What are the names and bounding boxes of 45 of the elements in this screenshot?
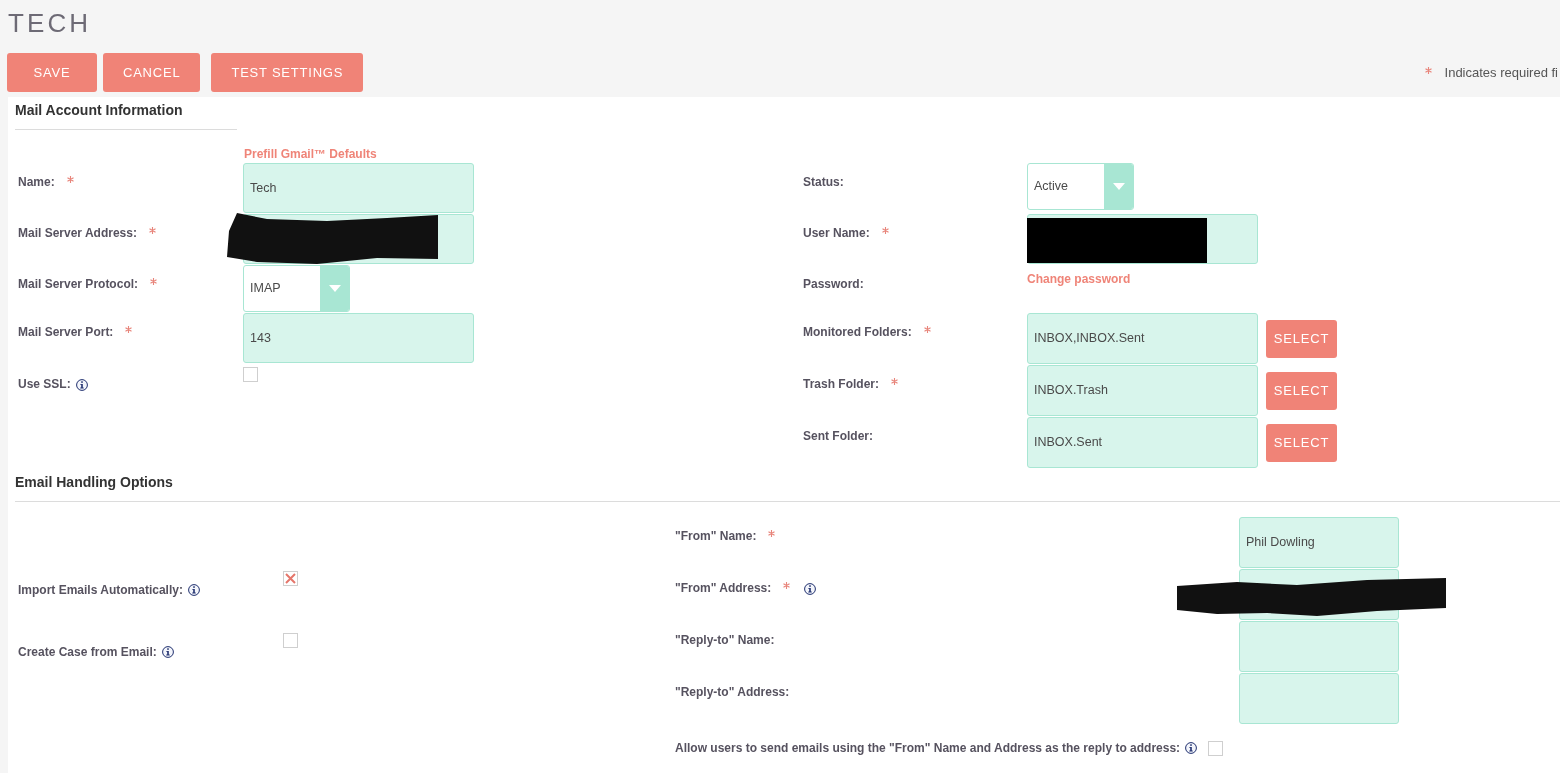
option-label: Create Case from Email: bbox=[18, 644, 157, 660]
checkbox[interactable] bbox=[283, 633, 298, 648]
cross-icon bbox=[285, 573, 296, 584]
text-field[interactable]: Phil Dowling bbox=[1239, 517, 1399, 568]
field-label: Monitored Folders: bbox=[803, 324, 912, 340]
field-label: Password: bbox=[803, 276, 864, 292]
info-icon[interactable] bbox=[187, 584, 200, 596]
caret-icon bbox=[328, 285, 341, 292]
select-field[interactable]: Active bbox=[1027, 163, 1134, 210]
required-note: Indicates required fi bbox=[1444, 63, 1558, 82]
field-label: Name: bbox=[18, 174, 55, 190]
info-icon[interactable] bbox=[804, 583, 817, 595]
checkbox[interactable] bbox=[1208, 740, 1224, 756]
info-icon[interactable] bbox=[1185, 742, 1198, 754]
field-label: Mail Server Address: bbox=[18, 225, 137, 241]
checkbox[interactable] bbox=[243, 367, 258, 382]
field-label: "Reply-to" Address: bbox=[675, 684, 790, 700]
text-field[interactable] bbox=[1239, 621, 1399, 672]
field-label: Status: bbox=[803, 174, 844, 190]
required-asterisk-icon bbox=[1424, 67, 1432, 74]
text-field[interactable]: INBOX.Sent bbox=[1027, 417, 1258, 468]
field-label: "From" Address: bbox=[675, 580, 772, 596]
field-label: Mail Server Port: bbox=[18, 324, 114, 340]
caret-icon bbox=[1112, 183, 1125, 190]
page-title: TECH bbox=[8, 8, 92, 38]
field-label: Sent Folder: bbox=[803, 428, 873, 444]
section-heading: Mail Account Information bbox=[15, 101, 183, 120]
text-field[interactable] bbox=[1239, 673, 1399, 724]
field-label: User Name: bbox=[803, 225, 870, 241]
info-icon[interactable] bbox=[161, 646, 174, 658]
section-heading: Email Handling Options bbox=[15, 473, 173, 492]
field-label: Trash Folder: bbox=[803, 376, 879, 392]
option-label: Import Emails Automatically: bbox=[18, 582, 183, 598]
text-field[interactable]: INBOX.Trash bbox=[1027, 365, 1258, 416]
checkbox[interactable] bbox=[283, 571, 298, 586]
text-field[interactable]: INBOX,INBOX.Sent bbox=[1027, 313, 1258, 364]
info-icon[interactable] bbox=[75, 379, 88, 391]
field-label: Mail Server Protocol: bbox=[18, 276, 139, 292]
select-field[interactable]: IMAP bbox=[243, 265, 350, 312]
field-label: Use SSL: bbox=[18, 376, 71, 392]
option-label: Allow users to send emails using the "From" Name and Address as the reply to address: bbox=[675, 740, 1181, 756]
field-label: "Reply-to" Name: bbox=[675, 632, 775, 648]
text-field[interactable]: Tech bbox=[243, 163, 474, 213]
field-label: "From" Name: bbox=[675, 528, 757, 544]
text-field[interactable]: 143 bbox=[243, 313, 474, 363]
